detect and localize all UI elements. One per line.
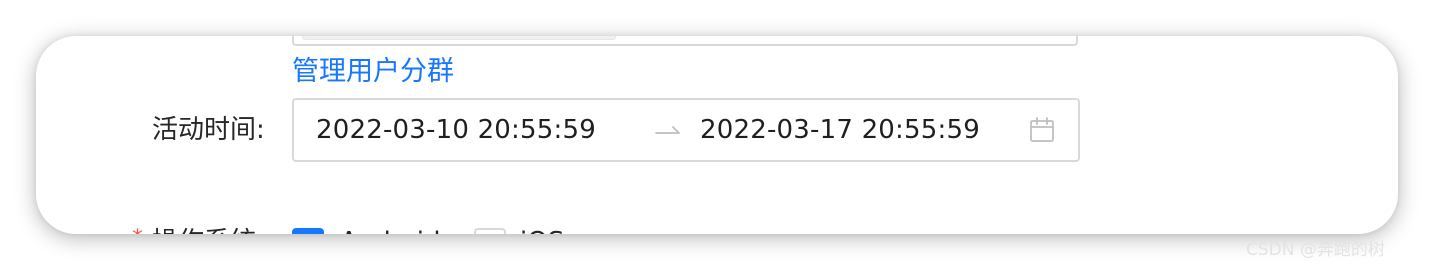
selected-segment-tag [302,36,616,40]
android-checkbox[interactable] [292,228,324,234]
range-start-input[interactable]: 2022-03-10 20:55:59 [316,112,596,148]
ios-checkbox-label[interactable]: iOS [520,224,564,234]
calendar-icon[interactable] [1028,116,1056,144]
csdn-watermark: CSDN @奔跑的树 [1246,240,1385,260]
form-card: 管理用户分群 活动时间: 2022-03-10 20:55:59 2022-03… [36,36,1398,234]
user-segment-select[interactable] [292,36,1078,46]
required-mark: * [132,228,143,235]
manage-user-segments-link[interactable]: 管理用户分群 [292,52,454,92]
screenshot-stage: 管理用户分群 活动时间: 2022-03-10 20:55:59 2022-03… [0,0,1434,270]
os-label: 操作系统: [152,224,265,234]
android-checkbox-label[interactable]: Android [340,224,441,234]
os-row: * 操作系统: Android iOS [36,222,1398,234]
range-end-input[interactable]: 2022-03-17 20:55:59 [700,112,980,148]
activity-time-range-picker[interactable]: 2022-03-10 20:55:59 2022-03-17 20:55:59 [292,98,1080,162]
arrow-right-icon [655,126,680,134]
ios-checkbox[interactable] [474,228,506,234]
activity-time-label: 活动时间: [152,115,265,145]
